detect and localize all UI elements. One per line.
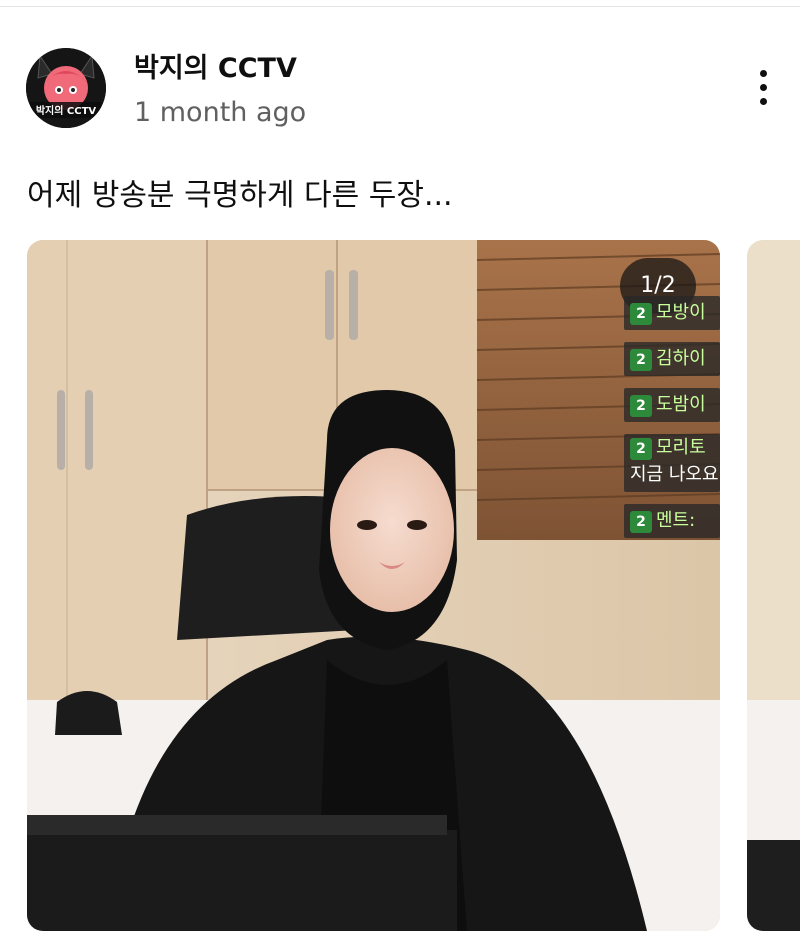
chat-badge: 2 — [630, 511, 652, 533]
channel-name[interactable]: 박지의 CCTV — [134, 46, 297, 85]
chat-username: 김하이 — [656, 348, 706, 369]
chat-text: 지금 나오요 — [630, 464, 719, 485]
chat-username: 멘트: — [656, 510, 696, 531]
stream-chat-overlay: 2 모방이 2 김하이 2 도밤이 2 모리토 지금 나오요 2 멘트: — [624, 282, 720, 550]
post-text: 어제 방송분 극명하게 다른 두장... — [27, 178, 453, 213]
chat-badge: 2 — [630, 438, 652, 460]
carousel-image-1[interactable]: 1/2 — [27, 240, 720, 931]
chat-username: 모리토 — [656, 437, 706, 458]
more-vertical-icon — [760, 70, 767, 77]
chat-message: 2 멘트: — [624, 504, 720, 538]
chat-badge: 2 — [630, 303, 652, 325]
more-vertical-icon-dot — [760, 98, 767, 105]
chat-badge: 2 — [630, 349, 652, 371]
chat-badge: 2 — [630, 395, 652, 417]
channel-avatar[interactable]: 박지의 CCTV — [26, 48, 106, 128]
more-vertical-icon-dot — [760, 84, 767, 91]
more-options-button[interactable] — [742, 62, 786, 112]
carousel-image-2[interactable] — [747, 240, 800, 931]
photo-2 — [747, 240, 800, 931]
avatar-image: 박지의 CCTV — [26, 48, 106, 128]
photo — [27, 240, 720, 931]
post-header: 박지의 CCTV 박지의 CCTV 1 month ago — [0, 0, 800, 150]
post-time: 1 month ago — [134, 97, 307, 128]
avatar-text: 박지의 CCTV — [36, 104, 97, 117]
chat-message: 2 김하이 — [624, 342, 720, 376]
chat-username: 도밤이 — [656, 394, 706, 415]
chat-message: 2 도밤이 — [624, 388, 720, 422]
chat-message: 2 모방이 — [624, 296, 720, 330]
chat-message: 2 모리토 지금 나오요 — [624, 434, 720, 492]
chat-username: 모방이 — [656, 302, 706, 323]
